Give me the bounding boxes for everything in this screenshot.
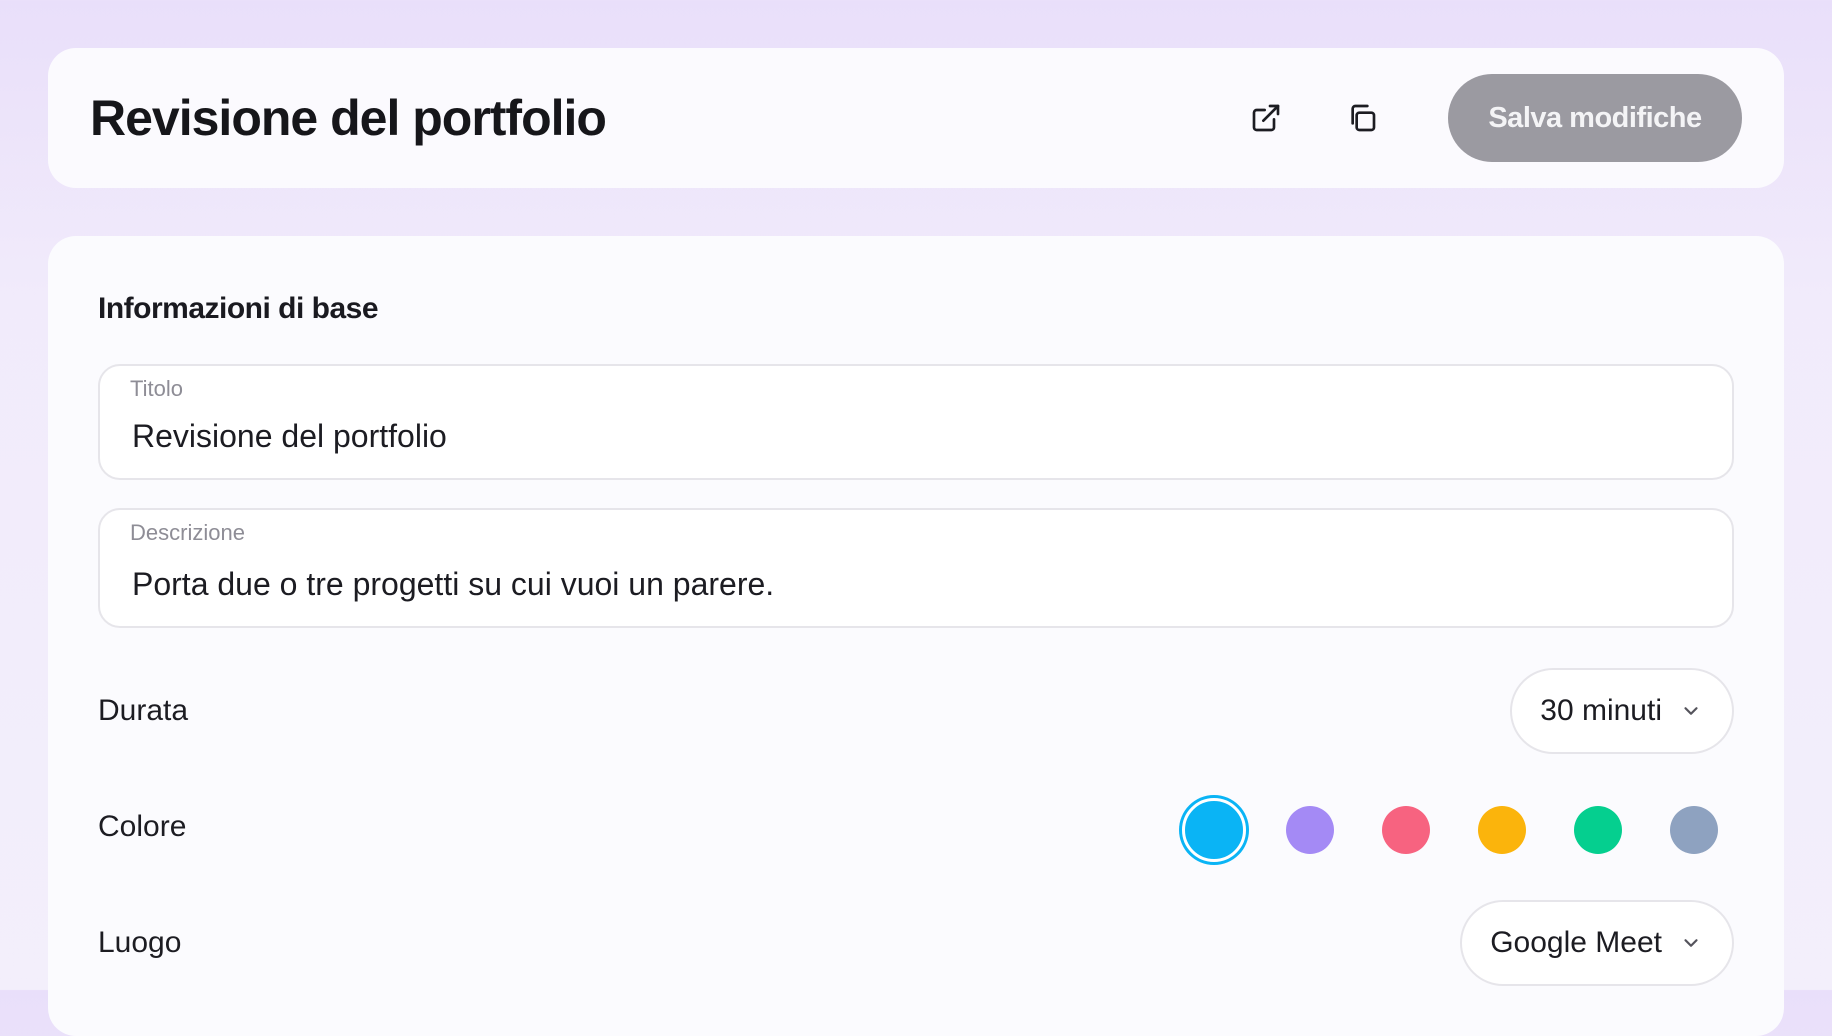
color-swatches xyxy=(1182,798,1718,862)
title-field[interactable]: Titolo xyxy=(98,364,1734,480)
description-field[interactable]: Descrizione xyxy=(98,508,1734,628)
chevron-down-icon xyxy=(1680,932,1702,954)
save-button[interactable]: Salva modifiche xyxy=(1448,74,1742,162)
color-swatch-4[interactable] xyxy=(1478,806,1526,854)
basic-info-card: Informazioni di base Titolo Descrizione … xyxy=(48,236,1784,1036)
duration-select[interactable]: 30 minuti xyxy=(1510,668,1734,754)
description-field-label: Descrizione xyxy=(130,520,245,545)
duration-select-value: 30 minuti xyxy=(1540,694,1662,727)
open-link-button[interactable] xyxy=(1238,90,1294,146)
page-title: Revisione del portfolio xyxy=(90,90,607,146)
color-swatch-6[interactable] xyxy=(1670,806,1718,854)
color-swatch-5[interactable] xyxy=(1574,806,1622,854)
location-select[interactable]: Google Meet xyxy=(1460,900,1734,986)
header-card: Revisione del portfolio Salva modifiche xyxy=(48,48,1784,188)
location-select-value: Google Meet xyxy=(1490,926,1662,959)
copy-icon xyxy=(1351,104,1376,132)
color-swatch-2[interactable] xyxy=(1286,806,1334,854)
color-swatch-1[interactable] xyxy=(1182,798,1246,862)
title-field-label: Titolo xyxy=(130,376,183,401)
copy-button[interactable] xyxy=(1334,90,1390,146)
external-link-icon xyxy=(1252,104,1280,132)
description-input[interactable] xyxy=(132,566,1692,603)
color-swatch-3[interactable] xyxy=(1382,806,1430,854)
section-title: Informazioni di base xyxy=(98,292,379,325)
chevron-down-icon xyxy=(1680,700,1702,722)
color-label: Colore xyxy=(98,810,187,843)
duration-label: Durata xyxy=(98,694,189,727)
title-input[interactable] xyxy=(132,418,1692,455)
location-label: Luogo xyxy=(98,926,182,959)
